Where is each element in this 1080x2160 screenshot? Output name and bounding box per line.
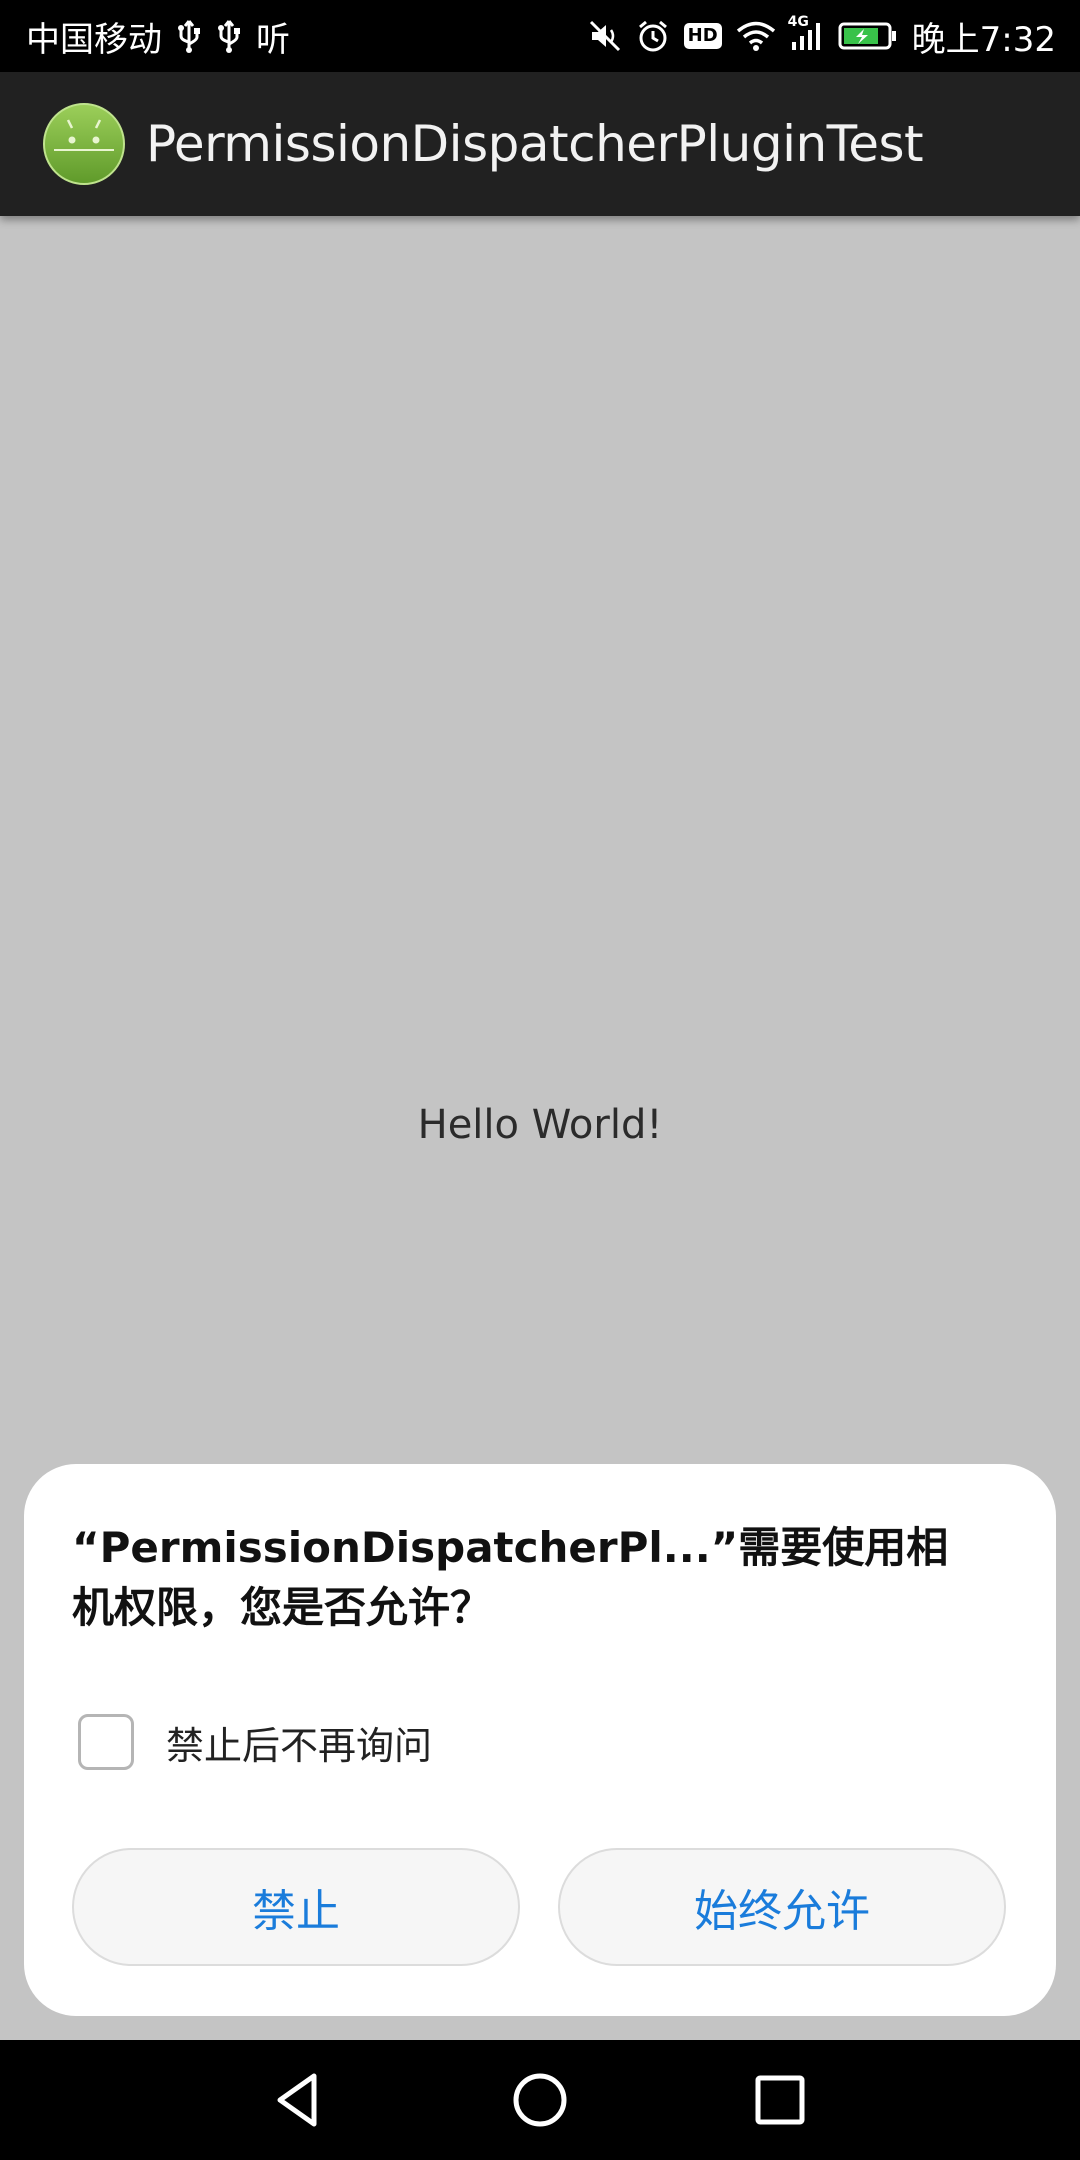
status-extra-text: 听 (256, 19, 290, 60)
hd-icon: HD (683, 23, 722, 49)
status-bar-left: 中国移动 听 (26, 12, 290, 61)
wifi-icon (736, 20, 776, 52)
recents-icon[interactable] (748, 2068, 812, 2132)
home-icon[interactable] (508, 2068, 572, 2132)
dont-ask-again-row[interactable]: 禁止后不再询问 (78, 1712, 432, 1772)
usb-icon (176, 19, 202, 53)
network-type-label: 4G (787, 14, 809, 30)
status-bar-right: HD 4G 晚上7:32 (588, 12, 1056, 61)
app-title: PermissionDispatcherPluginTest (146, 115, 924, 173)
permission-dialog: “PermissionDispatcherPl...”需要使用相机权限，您是否允… (24, 1464, 1056, 2016)
navigation-bar (0, 2040, 1080, 2160)
status-bar: 中国移动 听 HD 4G 晚上7:32 (0, 0, 1080, 72)
deny-button[interactable]: 禁止 (72, 1848, 520, 1966)
back-icon[interactable] (268, 2068, 332, 2132)
carrier-name: 中国移动 (26, 19, 162, 60)
dont-ask-again-label[interactable]: 禁止后不再询问 (166, 1715, 432, 1770)
battery-charging-icon (838, 21, 898, 51)
clock: 晚上7:32 (911, 19, 1056, 60)
action-bar: PermissionDispatcherPluginTest (0, 72, 1080, 216)
signal-icon: 4G (788, 14, 824, 52)
dialog-title: “PermissionDispatcherPl...”需要使用相机权限，您是否允… (72, 1523, 949, 1632)
always-allow-button[interactable]: 始终允许 (558, 1848, 1006, 1966)
alarm-icon (636, 19, 670, 53)
android-robot-icon (43, 103, 125, 185)
mute-icon (588, 19, 622, 53)
dont-ask-again-checkbox[interactable] (78, 1714, 134, 1770)
usb-icon (216, 19, 242, 53)
hello-world-text: Hello World! (417, 1102, 663, 1148)
